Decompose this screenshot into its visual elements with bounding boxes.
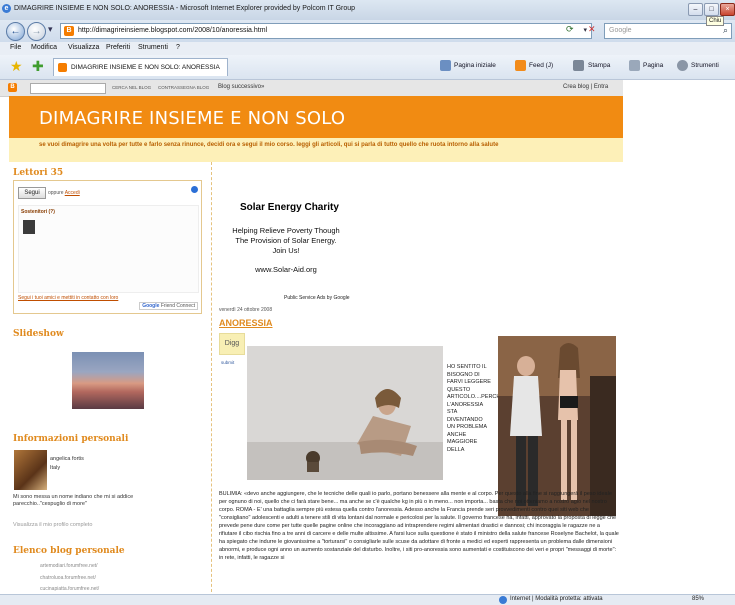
profile-link[interactable]: Visualizza il mio profilo completo [13, 522, 92, 528]
blog-description: se vuoi dimagrire una volta per tutte e … [39, 142, 499, 148]
address-dropdown-icon[interactable]: ▾ [583, 26, 587, 34]
tab-favicon-icon [58, 63, 67, 72]
followers-list: Sostenitori (?) [18, 205, 199, 293]
ie-logo-icon: e [2, 4, 11, 13]
post-photo-girl-sitting[interactable] [247, 346, 443, 480]
ad-line-1: Helping Relieve Poverty Though [232, 226, 340, 235]
create-blog-signin-link[interactable]: Crea blog | Entra [563, 84, 608, 90]
search-blog-link[interactable]: CERCA NEL BLOG [112, 85, 151, 90]
history-dropdown-icon[interactable]: ▾ [48, 24, 53, 35]
status-bar: Internet | Modalità protetta: attivata 8… [0, 594, 735, 605]
home-button[interactable]: Pagina iniziale [454, 62, 496, 69]
slideshow-title: Slideshow [13, 329, 64, 339]
gfc-sub-label: Friend Connect [160, 303, 195, 309]
friend-connect-icon [191, 186, 198, 193]
browser-tab[interactable]: DIMAGRIRE INSIEME E NON SOLO: ANORESSIA [53, 58, 228, 76]
blog-search-input[interactable] [30, 83, 106, 94]
menu-help[interactable]: ? [176, 44, 180, 51]
blogger-favicon-icon: B [64, 26, 74, 36]
window-titlebar: e DIMAGRIRE INSIEME E NON SOLO: ANORESSI… [0, 0, 735, 21]
close-tooltip: Chiu [706, 16, 725, 26]
forward-button[interactable]: → [27, 22, 46, 41]
menu-strumenti[interactable]: Strumenti [138, 44, 168, 51]
internet-zone-icon [499, 596, 507, 604]
post-body: BULIMIA: «devo anche aggiungere, che le … [219, 491, 619, 561]
feed-button[interactable]: Feed (J) [529, 62, 553, 69]
profile-bio: Mi sono messa un nome indiano che mi si … [13, 494, 134, 507]
post-date: venerdì 24 ottobre 2008 [219, 307, 273, 313]
sign-in-link[interactable]: Accedi [65, 190, 80, 196]
address-url: http://dimagrireinsieme.blogspot.com/200… [78, 27, 268, 34]
followers-widget: Segui oppure Accedi Sostenitori (?) Segu… [13, 180, 202, 314]
post-photo-models[interactable] [498, 336, 616, 516]
page-icon[interactable] [629, 60, 640, 71]
post-title[interactable]: ANORESSIA [219, 318, 273, 328]
print-icon[interactable] [573, 60, 584, 71]
menu-file[interactable]: File [10, 44, 21, 51]
security-zone-text[interactable]: Internet | Modalità protetta: attivata [510, 596, 603, 602]
search-placeholder: Google [609, 27, 632, 34]
join-friends-link[interactable]: Segui i tuoi amici e mettiti in contatto… [18, 295, 118, 301]
tools-button[interactable]: Strumenti [691, 62, 719, 69]
feed-icon[interactable] [515, 60, 526, 71]
digg-submit-link[interactable]: submit [221, 360, 234, 365]
flag-blog-link[interactable]: CONTRASSEGNA BLOG [158, 85, 209, 90]
blog-title[interactable]: DIMAGRIRE INSIEME E NON SOLO [39, 108, 345, 129]
address-field[interactable]: B http://dimagrireinsieme.blogspot.com/2… [60, 23, 592, 39]
sign-in-text: oppure Accedi [48, 190, 80, 196]
slideshow-image[interactable] [72, 352, 144, 409]
stop-icon[interactable]: ✕ [588, 24, 596, 35]
add-favorite-icon[interactable]: ✚ [32, 59, 44, 73]
blog-description-bar: se vuoi dimagrire una volta per tutte e … [9, 138, 623, 162]
tab-label: DIMAGRIRE INSIEME E NON SOLO: ANORESSIA [71, 64, 220, 71]
follower-avatar[interactable] [23, 220, 35, 234]
blog-list-item[interactable]: cucinapiatta.forumfree.net/ [40, 586, 99, 592]
profile-avatar[interactable] [14, 450, 47, 490]
photo-models [498, 336, 616, 516]
back-button[interactable]: ← [6, 22, 25, 41]
favorites-star-icon[interactable]: ★ [10, 59, 23, 73]
digg-button[interactable]: Digg [219, 333, 245, 355]
gfc-google-label: Google [142, 303, 160, 309]
ad-title[interactable]: Solar Energy Charity [240, 202, 339, 213]
search-icon[interactable]: ⌕ [723, 25, 728, 36]
minimize-button[interactable]: – [688, 3, 703, 16]
blog-list-item[interactable]: chatroluoa.forumfree.net/ [40, 575, 96, 581]
tools-gear-icon[interactable] [677, 60, 688, 71]
menu-modifica[interactable]: Modifica [31, 44, 57, 51]
blogger-logo-icon[interactable]: B [8, 83, 17, 92]
address-toolbar: ← → ▾ B http://dimagrireinsieme.blogspot… [0, 20, 735, 42]
blog-list-item[interactable]: artemodiari.forumfree.net/ [40, 563, 98, 569]
favorites-bar: ★ ✚ DIMAGRIRE INSIEME E NON SOLO: ANORES… [0, 55, 735, 80]
ad-url[interactable]: www.Solar-Aid.org [186, 265, 386, 274]
photo-girl-sitting [247, 346, 443, 480]
blog-list-title: Elenco blog personale [13, 546, 125, 556]
menu-bar: File Modifica Visualizza Preferiti Strum… [0, 42, 735, 56]
page-button[interactable]: Pagina [643, 62, 663, 69]
ads-by-google[interactable]: Public Service Ads by Google [284, 295, 350, 301]
menu-visualizza[interactable]: Visualizza [68, 44, 99, 51]
blog-header: DIMAGRIRE INSIEME E NON SOLO [9, 96, 623, 138]
window-title: DIMAGRIRE INSIEME E NON SOLO: ANORESSIA … [14, 5, 356, 12]
close-window-button[interactable]: × [720, 3, 735, 16]
post-side-text: HO SENTITO IL BISOGNO DI FARVI LEGGERE Q… [447, 364, 506, 453]
follow-button[interactable]: Segui [18, 187, 46, 199]
ad-line-3: Join Us! [272, 246, 300, 255]
profile-name[interactable]: angelica fortis [50, 456, 84, 462]
maximize-button[interactable]: □ [704, 3, 719, 16]
profile-country: Italy [50, 465, 61, 471]
home-icon[interactable] [440, 60, 451, 71]
personal-info-title: Informazioni personali [13, 434, 129, 444]
ad-line-2: The Provision of Solar Energy. [235, 236, 337, 245]
menu-preferiti[interactable]: Preferiti [106, 44, 130, 51]
next-blog-link[interactable]: Blog successivo» [218, 84, 264, 90]
zoom-level[interactable]: 85% [692, 596, 704, 602]
print-button[interactable]: Stampa [588, 62, 610, 69]
google-friend-connect-badge[interactable]: Google Friend Connect [139, 302, 198, 310]
followers-label: Sostenitori (?) [21, 209, 55, 215]
sign-in-prefix: oppure [48, 190, 64, 196]
blogger-navbar: B CERCA NEL BLOG CONTRASSEGNA BLOG Blog … [0, 80, 623, 97]
refresh-icon[interactable]: ⟳ [566, 24, 574, 35]
followers-title: Lettori 35 [13, 168, 64, 178]
